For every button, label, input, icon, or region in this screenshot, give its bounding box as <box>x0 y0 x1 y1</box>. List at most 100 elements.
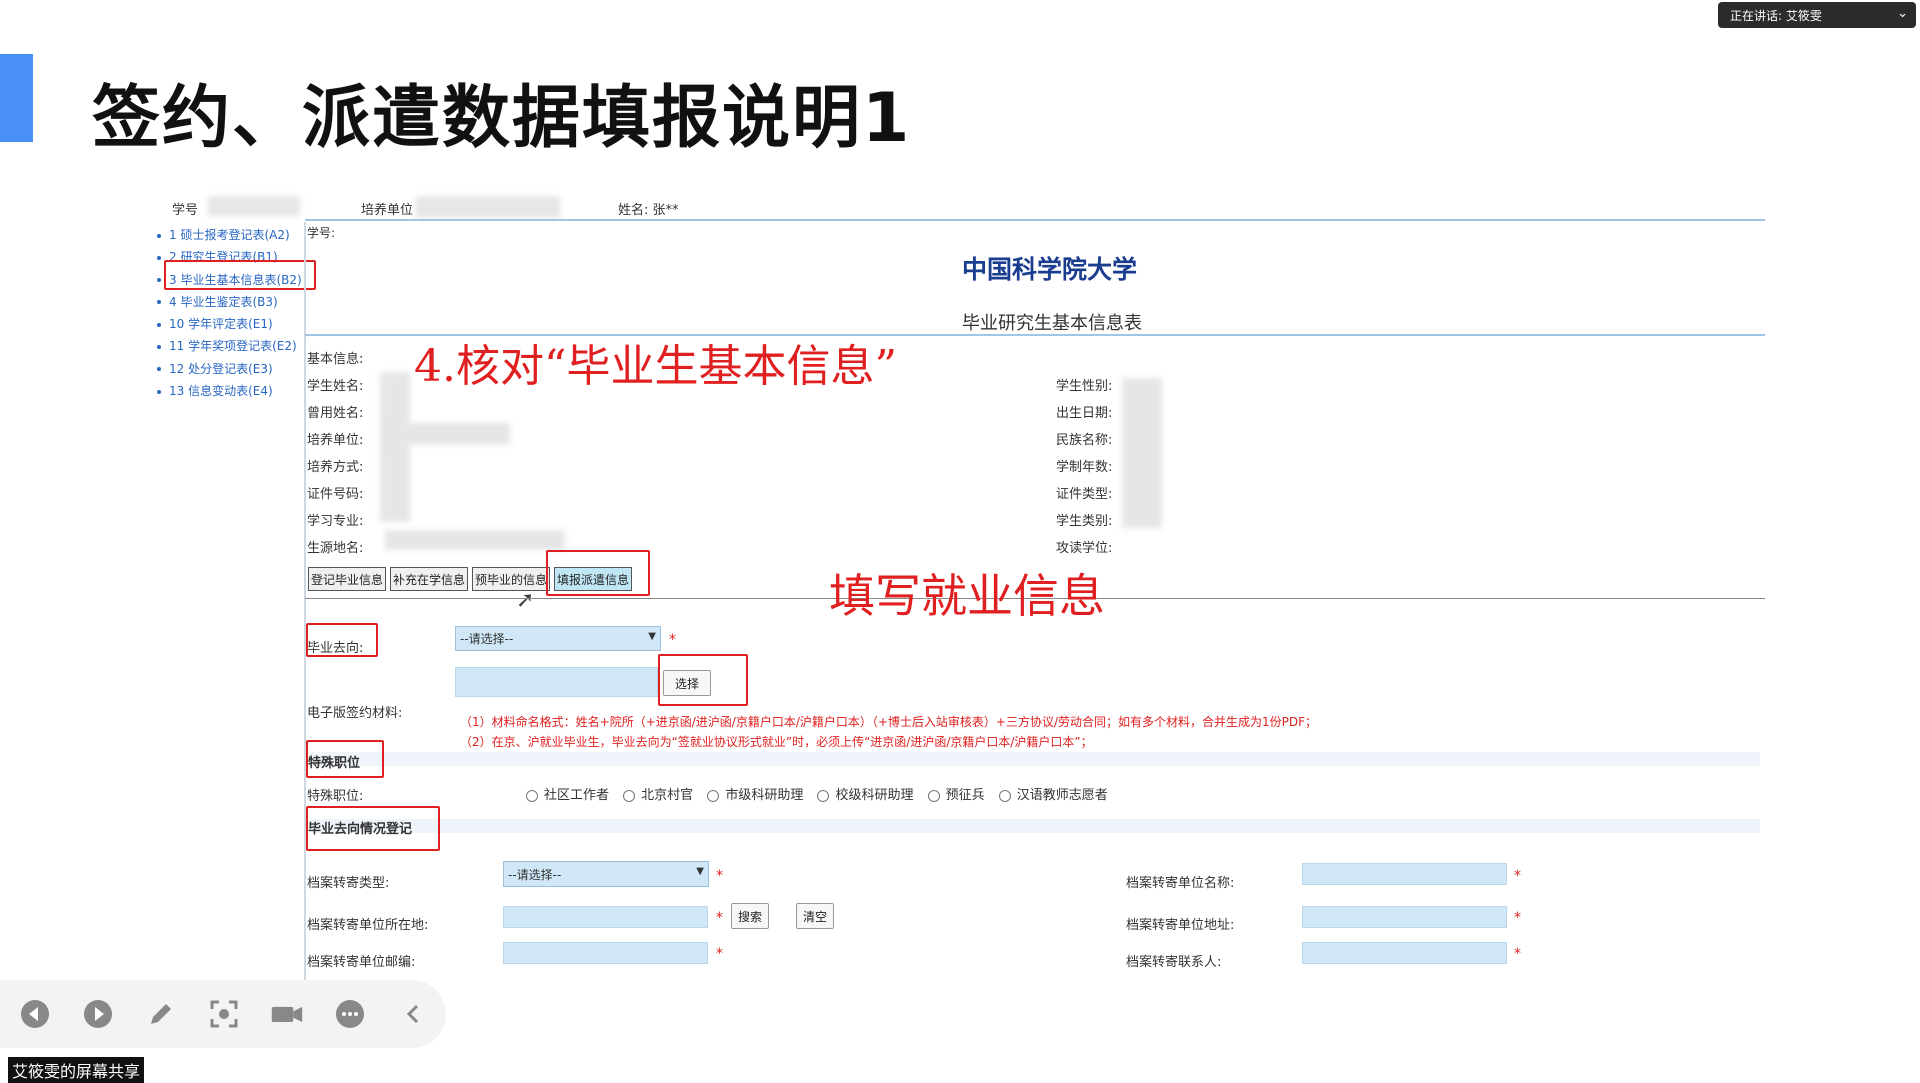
search-button[interactable]: 搜索 <box>731 903 769 929</box>
header-rule <box>305 219 1765 221</box>
sidebar-item-e1[interactable]: 10 学年评定表(E1) <box>157 315 317 337</box>
sidebar-item-b3[interactable]: 4 毕业生鉴定表(B3) <box>157 293 317 315</box>
chevron-down-icon[interactable]: ⌄ <box>1897 6 1908 21</box>
archive-type-label: 档案转寄类型: <box>307 876 390 891</box>
required-star: * <box>716 868 723 884</box>
unit-value-blurred <box>385 423 510 445</box>
field-birthdate: 出生日期: <box>1056 406 1113 421</box>
sidebar-item-e3[interactable]: 12 处分登记表(E3) <box>157 360 317 382</box>
speaker-indicator[interactable]: 正在讲话: 艾筱雯 ⌄ <box>1718 2 1916 28</box>
pen-icon[interactable] <box>144 997 178 1031</box>
special-section-band <box>310 752 1760 766</box>
field-gender: 学生性别: <box>1056 379 1113 394</box>
form-title: 毕业研究生基本信息表 <box>962 313 1142 334</box>
radio-conscript[interactable] <box>927 789 940 802</box>
sidebar-item-a2[interactable]: 1 硕士报考登记表(A2) <box>157 226 317 248</box>
clear-button[interactable]: 清空 <box>796 903 834 929</box>
field-years: 学制年数: <box>1056 460 1113 475</box>
right-values-blurred <box>1122 378 1162 528</box>
field-id-number: 证件号码: <box>307 487 364 502</box>
mouse-cursor-icon: ➚ <box>516 588 535 613</box>
tab-pre-graduation[interactable]: 预毕业的信息 <box>472 567 550 591</box>
special-options: 社区工作者 北京村官 市级科研助理 校级科研助理 预征兵 汉语教师志愿者 <box>516 784 1108 803</box>
destination-select[interactable]: --请选择-- ▼ <box>455 626 661 651</box>
esign-file-field[interactable] <box>455 667 658 697</box>
field-student-type: 学生类别: <box>1056 514 1113 529</box>
name-label: 姓名: 张** <box>618 203 679 218</box>
required-star: * <box>716 946 723 962</box>
title-accent-bar <box>0 54 33 142</box>
required-star: * <box>1514 868 1521 884</box>
destination-select-value: --请选择-- <box>460 632 514 646</box>
screenshot-icon[interactable] <box>207 997 241 1031</box>
archive-type-select[interactable]: --请选择-- ▼ <box>503 861 709 887</box>
radio-village[interactable] <box>623 789 636 802</box>
tab-register-graduation[interactable]: 登记毕业信息 <box>308 567 386 591</box>
field-degree: 攻读学位: <box>1056 541 1113 556</box>
speaker-label: 正在讲话: 艾筱雯 <box>1730 8 1822 23</box>
esign-label: 电子版签约材料: <box>307 706 403 721</box>
archive-contact-label: 档案转寄联系人: <box>1126 955 1222 970</box>
required-star: * <box>669 632 676 648</box>
archive-type-select-value: --请选择-- <box>508 867 562 882</box>
annotation-fill-job: 填写就业信息 <box>829 569 1105 623</box>
next-slide-icon[interactable] <box>81 997 115 1031</box>
highlight-box-dest-section <box>306 806 440 851</box>
unit-label: 培养单位 <box>361 203 414 218</box>
highlight-box-dispatch-tab <box>546 550 650 596</box>
more-options-icon[interactable] <box>333 997 367 1031</box>
basic-info-label: 基本信息: <box>307 352 364 367</box>
highlight-box-special <box>306 740 384 778</box>
required-star: * <box>1514 910 1521 926</box>
annotation-step4: 4.核对“毕业生基本信息” <box>414 341 897 392</box>
radio-chinese-teacher[interactable] <box>998 789 1011 802</box>
radio-community[interactable] <box>526 789 538 802</box>
screen-share-label: 艾筱雯的屏幕共享 <box>8 1057 145 1083</box>
collapse-icon[interactable] <box>396 997 430 1031</box>
field-id-type: 证件类型: <box>1056 487 1113 502</box>
required-star: * <box>1514 946 1521 962</box>
video-camera-icon[interactable] <box>270 997 304 1031</box>
field-major: 学习专业: <box>307 514 364 529</box>
university-name: 中国科学院大学 <box>962 255 1138 284</box>
form-id-label: 学号: <box>307 226 336 240</box>
tab-supplement-info[interactable]: 补充在学信息 <box>390 567 468 591</box>
field-student-name: 学生姓名: <box>307 379 364 394</box>
archive-unit-loc-input[interactable] <box>503 906 708 928</box>
student-id-blurred <box>208 196 300 216</box>
field-origin: 生源地名: <box>307 541 364 556</box>
radio-city-research[interactable] <box>707 789 720 802</box>
highlight-box-choose <box>658 654 748 706</box>
dest-section-band <box>310 819 1760 833</box>
sidebar-item-e4[interactable]: 13 信息变动表(E4) <box>157 382 317 404</box>
field-ethnicity: 民族名称: <box>1056 433 1113 448</box>
previous-slide-icon[interactable] <box>18 997 52 1031</box>
archive-zip-label: 档案转寄单位邮编: <box>307 955 416 970</box>
sidebar: 1 硕士报考登记表(A2) 2 研究生登记表(B1) 3 毕业生基本信息表(B2… <box>157 226 317 404</box>
archive-unit-loc-label: 档案转寄单位所在地: <box>307 918 429 933</box>
highlight-box-destination <box>306 623 378 657</box>
archive-unit-addr-label: 档案转寄单位地址: <box>1126 918 1235 933</box>
radio-school-research[interactable] <box>817 789 830 802</box>
unit-blurred <box>416 196 560 218</box>
archive-unit-name-input[interactable] <box>1302 863 1507 885</box>
archive-zip-input[interactable] <box>503 942 708 964</box>
chevron-down-icon: ▼ <box>696 866 704 877</box>
chevron-down-icon: ▼ <box>648 631 656 642</box>
left-values-blurred <box>380 372 410 522</box>
required-star: * <box>716 910 723 926</box>
field-former-name: 曾用姓名: <box>307 406 364 421</box>
presentation-toolbar <box>0 980 446 1048</box>
note-2: （2）在京、沪就业毕业生，毕业去向为“签就业协议形式就业”时，必须上传“进京函/… <box>460 735 1093 749</box>
sidebar-item-e2[interactable]: 11 学年奖项登记表(E2) <box>157 337 317 359</box>
note-1: （1）材料命名格式：姓名+院所（+进京函/进沪函/京籍户口本/沪籍户口本）（+博… <box>460 715 1318 729</box>
archive-contact-input[interactable] <box>1302 942 1507 964</box>
field-study-mode: 培养方式: <box>307 460 364 475</box>
origin-value-blurred <box>385 530 565 550</box>
archive-unit-name-label: 档案转寄单位名称: <box>1126 876 1235 891</box>
archive-unit-addr-input[interactable] <box>1302 906 1507 928</box>
special-label: 特殊职位: <box>307 789 364 804</box>
slide-title: 签约、派遣数据填报说明1 <box>92 79 912 158</box>
student-id-label: 学号 <box>172 203 199 218</box>
field-unit: 培养单位: <box>307 433 364 448</box>
